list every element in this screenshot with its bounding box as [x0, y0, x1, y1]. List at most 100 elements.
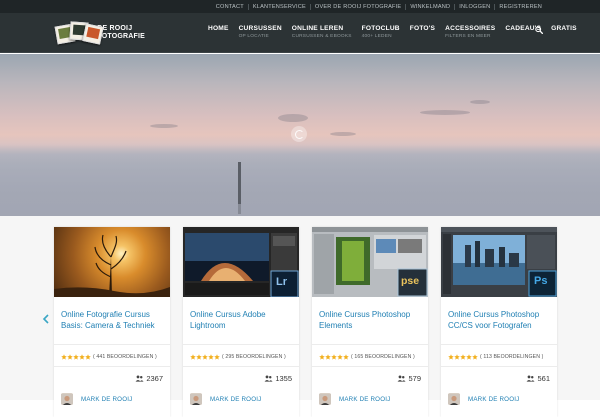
photoshop-badge: Ps	[534, 275, 548, 287]
logo-line-2: FOTOGRAFIE	[97, 33, 145, 40]
course-author[interactable]: MARK DE ROOIJ	[448, 393, 519, 405]
divider	[183, 344, 299, 345]
site-header: DE ROOIJ FOTOGRAFIE HOME CURSUSSEN OP LO…	[0, 13, 600, 53]
course-card[interactable]: Ps Online Cursus Photoshop CC/CS voor Fo…	[441, 227, 557, 417]
course-rating: ( 165 BEOORDELINGEN )	[319, 354, 415, 360]
nav-label: HOME	[208, 25, 229, 32]
student-count: 561	[526, 374, 550, 383]
course-title[interactable]: Online Cursus Photoshop CC/CS voor Fotog…	[448, 309, 556, 331]
course-card[interactable]: pse Online Cursus Photoshop Elements ( 1…	[312, 227, 428, 417]
course-author[interactable]: MARK DE ROOIJ	[190, 393, 261, 405]
star-icon	[343, 354, 349, 360]
divider	[312, 366, 428, 367]
star-icon	[472, 354, 478, 360]
nav-sublabel: 400+ LEDEN	[361, 34, 392, 39]
students-number: 2367	[146, 374, 163, 383]
avatar	[61, 393, 73, 405]
logo-photo	[82, 23, 104, 45]
hero-pole	[238, 162, 241, 204]
logo-wordmark: DE ROOIJ FOTOGRAFIE	[97, 25, 145, 41]
utility-links: CONTACT KLANTENSERVICE OVER DE ROOIJ FOT…	[212, 2, 546, 11]
login-link[interactable]: INLOGGEN	[455, 4, 494, 10]
nav-item-fotos[interactable]: FOTO'S	[410, 25, 435, 45]
users-icon	[398, 375, 407, 382]
hero-cloud	[470, 100, 490, 104]
author-name: MARK DE ROOIJ	[468, 395, 520, 403]
divider	[54, 344, 170, 345]
loading-spinner-icon	[291, 126, 307, 142]
nav-label: ACCESSOIRES	[445, 25, 496, 32]
rating-stars	[61, 354, 91, 360]
photoshop-elements-badge: pse	[401, 275, 420, 287]
nav-sublabel: FILTERS EN MEER	[445, 34, 491, 39]
star-icon	[214, 354, 220, 360]
course-image[interactable]: Ps	[441, 227, 557, 297]
course-card[interactable]: Online Fotografie Cursus Basis: Camera &…	[54, 227, 170, 417]
logo-line-1: DE ROOIJ	[97, 25, 133, 32]
hero-cloud	[150, 124, 178, 128]
site-logo[interactable]: DE ROOIJ FOTOGRAFIE	[54, 20, 145, 46]
course-title[interactable]: Online Cursus Adobe Lightroom	[190, 309, 298, 331]
cart-link[interactable]: WINKELMAND	[406, 4, 454, 10]
course-author[interactable]: MARK DE ROOIJ	[319, 393, 390, 405]
rating-count: ( 113 BEOORDELINGEN )	[480, 354, 544, 360]
lightroom-badge: Lr	[276, 276, 287, 288]
students-number: 561	[537, 374, 550, 383]
hero-pole-reflection	[238, 204, 241, 214]
hero-cloud	[420, 110, 470, 115]
author-name: MARK DE ROOIJ	[210, 395, 262, 403]
main-nav: HOME CURSUSSEN OP LOCATIE ONLINE LEREN C…	[208, 25, 587, 45]
nav-label: ONLINE LEREN	[291, 25, 344, 32]
avatar	[190, 393, 202, 405]
course-image[interactable]: pse	[312, 227, 428, 297]
divider	[183, 366, 299, 367]
course-rating: ( 441 BEOORDELINGEN )	[61, 354, 157, 360]
hero-sea	[0, 144, 600, 216]
divider	[441, 366, 557, 367]
course-image[interactable]	[54, 227, 170, 297]
users-icon	[527, 375, 536, 382]
users-icon	[264, 375, 273, 382]
course-title[interactable]: Online Fotografie Cursus Basis: Camera &…	[61, 309, 169, 331]
klantenservice-link[interactable]: KLANTENSERVICE	[249, 4, 310, 10]
hero-cloud	[330, 132, 356, 136]
nav-label: CURSUSSEN	[238, 25, 282, 32]
nav-item-fotoclub[interactable]: FOTOCLUB 400+ LEDEN	[362, 25, 400, 45]
nav-sublabel: CURSUSSEN & EBOOKS	[291, 34, 352, 39]
contact-link[interactable]: CONTACT	[212, 4, 248, 10]
nav-item-accessoires[interactable]: ACCESSOIRES FILTERS EN MEER	[445, 25, 495, 45]
rating-stars	[190, 354, 220, 360]
rating-count: ( 295 BEOORDELINGEN )	[222, 354, 286, 360]
course-author[interactable]: MARK DE ROOIJ	[61, 393, 132, 405]
rating-stars	[319, 354, 349, 360]
nav-item-online-leren[interactable]: ONLINE LEREN CURSUSSEN & EBOOKS	[292, 25, 352, 45]
course-title[interactable]: Online Cursus Photoshop Elements	[319, 309, 427, 331]
author-name: MARK DE ROOIJ	[81, 395, 133, 403]
nav-label: GRATIS	[551, 25, 577, 32]
nav-label: FOTOCLUB	[361, 25, 400, 32]
star-icon	[85, 354, 91, 360]
students-number: 1355	[275, 374, 292, 383]
about-link[interactable]: OVER DE ROOIJ FOTOGRAFIE	[311, 4, 405, 10]
register-link[interactable]: REGISTREREN	[495, 4, 546, 10]
student-count: 2367	[135, 374, 163, 383]
divider	[312, 344, 428, 345]
rating-count: ( 165 BEOORDELINGEN )	[351, 354, 415, 360]
course-image[interactable]: Lr	[183, 227, 299, 297]
course-rating: ( 113 BEOORDELINGEN )	[448, 354, 543, 360]
divider	[441, 344, 557, 345]
divider	[54, 366, 170, 367]
hero-cloud	[278, 114, 308, 122]
logo-photos-icon	[54, 20, 104, 46]
course-rating: ( 295 BEOORDELINGEN )	[190, 354, 286, 360]
search-icon[interactable]	[535, 26, 543, 34]
users-icon	[135, 375, 144, 382]
student-count: 1355	[264, 374, 292, 383]
author-name: MARK DE ROOIJ	[339, 395, 391, 403]
course-card[interactable]: Lr Online Cursus Adobe Lightroom ( 295 B…	[183, 227, 299, 417]
nav-item-gratis[interactable]: GRATIS	[551, 25, 577, 45]
grass-silhouette	[54, 234, 170, 297]
nav-item-home[interactable]: HOME	[208, 25, 229, 45]
nav-item-cursussen[interactable]: CURSUSSEN OP LOCATIE	[239, 25, 282, 45]
carousel-prev-icon[interactable]	[42, 314, 50, 324]
